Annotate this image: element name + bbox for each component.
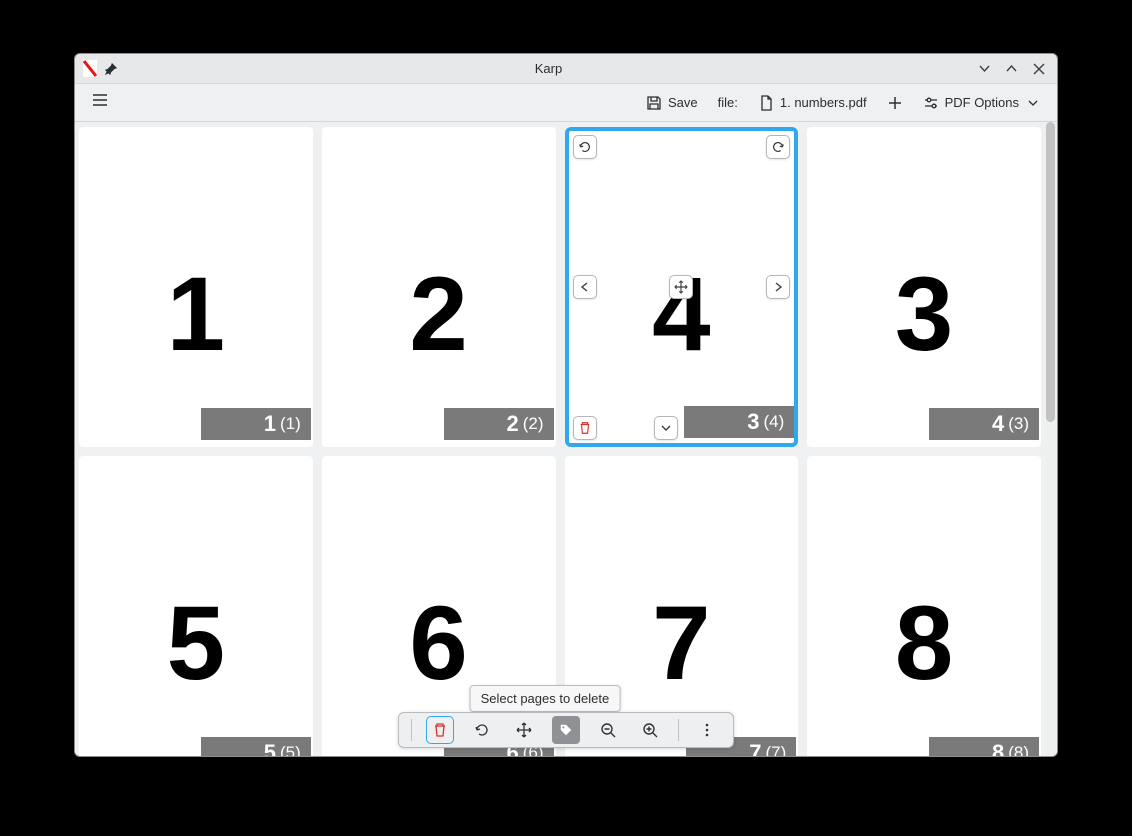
page-content-number: 7 bbox=[567, 591, 797, 696]
scrollbar[interactable] bbox=[1046, 122, 1055, 756]
page-content-number: 3 bbox=[809, 262, 1039, 367]
close-button[interactable] bbox=[1032, 62, 1045, 75]
save-button[interactable]: Save bbox=[640, 91, 704, 115]
file-label: file: bbox=[712, 91, 744, 114]
page-grid: 1 1 (1) 2 2 (2) 4 3 (4) bbox=[79, 127, 1041, 756]
save-icon bbox=[646, 95, 662, 111]
page-content-number: 1 bbox=[81, 262, 311, 367]
page-content-number: 5 bbox=[81, 591, 311, 696]
separator bbox=[678, 719, 679, 741]
page-content-number: 8 bbox=[809, 591, 1039, 696]
more-options-button[interactable] bbox=[693, 716, 721, 744]
page-index-badge: 2 (2) bbox=[444, 408, 554, 440]
rotate-right-handle[interactable] bbox=[766, 135, 790, 159]
tag-mode-button[interactable] bbox=[552, 716, 580, 744]
minimize-button[interactable] bbox=[978, 62, 991, 75]
page-thumbnail[interactable]: 8 8 (8) bbox=[807, 456, 1041, 756]
file-select-button[interactable]: 1. numbers.pdf bbox=[752, 91, 873, 115]
move-handle[interactable] bbox=[669, 275, 693, 299]
content-area: 1 1 (1) 2 2 (2) 4 3 (4) bbox=[75, 122, 1057, 756]
toolbar: Save file: 1. numbers.pdf PDF Options bbox=[75, 84, 1057, 122]
rotate-mode-button[interactable] bbox=[468, 716, 496, 744]
page-index-badge: 5 (5) bbox=[201, 737, 311, 756]
page-index-badge: 3 (4) bbox=[684, 406, 794, 438]
save-label: Save bbox=[668, 95, 698, 110]
page-content-number: 2 bbox=[324, 262, 554, 367]
separator bbox=[411, 719, 412, 741]
document-icon bbox=[758, 95, 774, 111]
delete-mode-button[interactable] bbox=[426, 716, 454, 744]
rotate-left-handle[interactable] bbox=[573, 135, 597, 159]
move-right-handle[interactable] bbox=[766, 275, 790, 299]
zoom-in-button[interactable] bbox=[636, 716, 664, 744]
titlebar: Karp bbox=[75, 54, 1057, 84]
page-thumbnail[interactable]: 2 2 (2) bbox=[322, 127, 556, 447]
page-thumbnail-selected[interactable]: 4 3 (4) bbox=[565, 127, 799, 447]
app-logo-icon bbox=[83, 60, 97, 77]
zoom-out-button[interactable] bbox=[594, 716, 622, 744]
maximize-button[interactable] bbox=[1005, 62, 1018, 75]
page-thumbnail[interactable]: 5 5 (5) bbox=[79, 456, 313, 756]
page-index-badge: 4 (3) bbox=[929, 408, 1039, 440]
page-index-badge: 8 (8) bbox=[929, 737, 1039, 756]
chevron-down-icon bbox=[1025, 95, 1041, 111]
tooltip: Select pages to delete bbox=[470, 685, 621, 712]
sliders-icon bbox=[923, 95, 939, 111]
app-window: Karp Save file: bbox=[74, 53, 1058, 757]
pdf-options-button[interactable]: PDF Options bbox=[917, 91, 1047, 115]
floating-toolbar bbox=[398, 712, 734, 748]
add-file-button[interactable] bbox=[881, 91, 909, 115]
move-mode-button[interactable] bbox=[510, 716, 538, 744]
plus-icon bbox=[887, 95, 903, 111]
expand-handle[interactable] bbox=[654, 416, 678, 440]
page-thumbnail[interactable]: 3 4 (3) bbox=[807, 127, 1041, 447]
page-content-number: 6 bbox=[324, 591, 554, 696]
filename-label: 1. numbers.pdf bbox=[780, 95, 867, 110]
hamburger-menu-button[interactable] bbox=[85, 87, 115, 119]
scrollbar-thumb[interactable] bbox=[1046, 122, 1055, 422]
delete-page-handle[interactable] bbox=[573, 416, 597, 440]
page-index-badge: 1 (1) bbox=[201, 408, 311, 440]
pdf-options-label: PDF Options bbox=[945, 95, 1019, 110]
pin-icon[interactable] bbox=[103, 61, 119, 77]
page-thumbnail[interactable]: 1 1 (1) bbox=[79, 127, 313, 447]
window-title: Karp bbox=[119, 61, 978, 76]
move-left-handle[interactable] bbox=[573, 275, 597, 299]
